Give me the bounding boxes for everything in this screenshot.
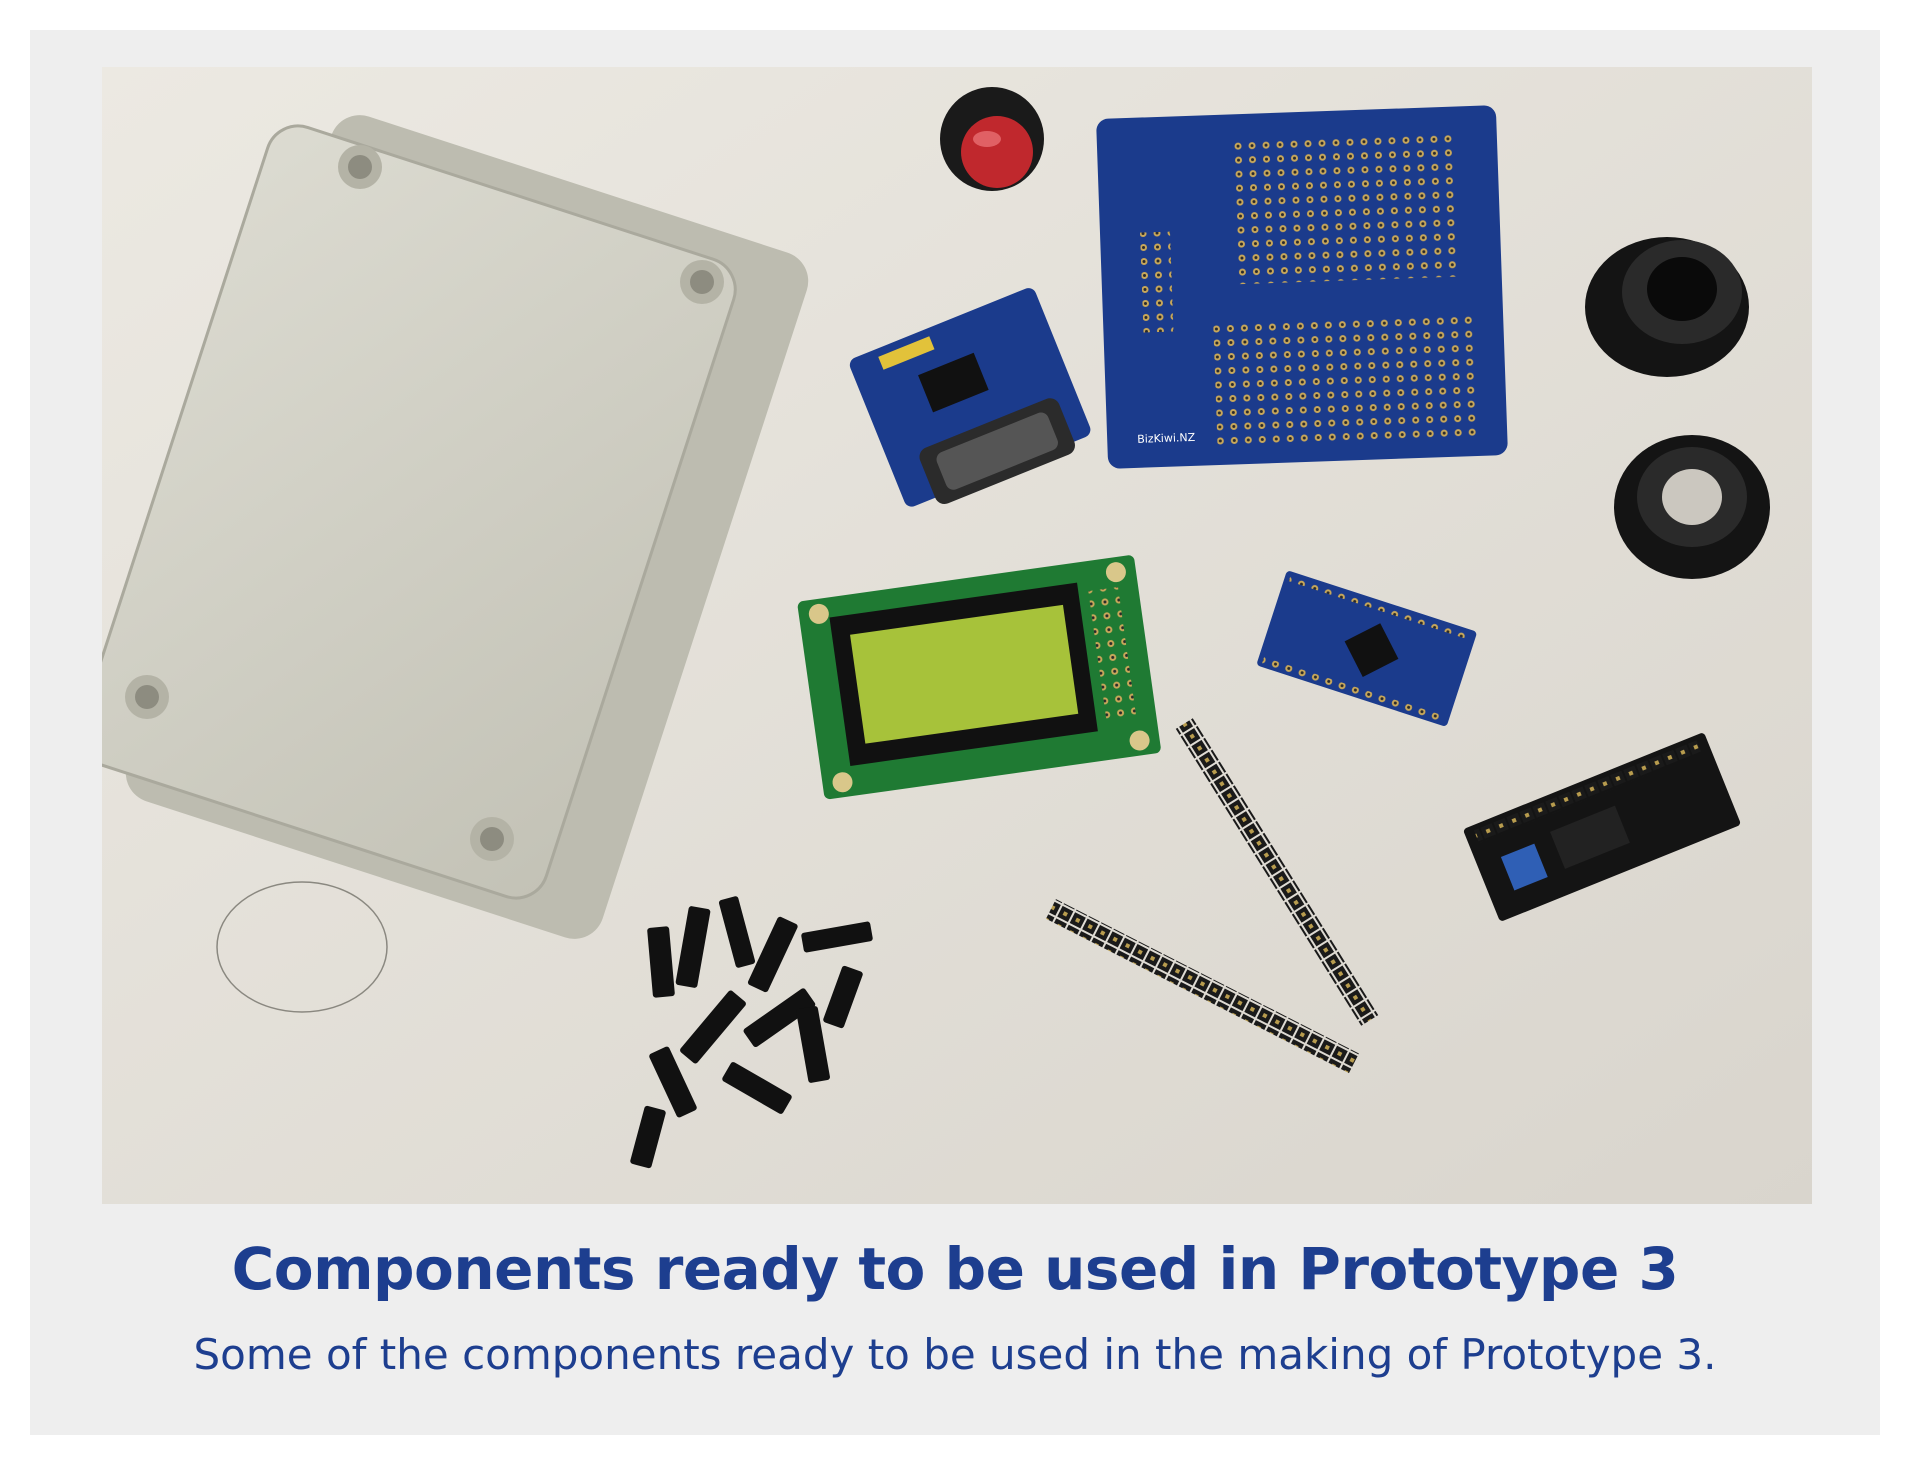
board-label: BizKiwi.NZ (1137, 431, 1196, 446)
push-button (940, 87, 1044, 191)
protoboard-shield: BizKiwi.NZ (1096, 105, 1508, 469)
figure-caption: Some of the components ready to be used … (193, 1330, 1717, 1379)
components-photo: BizKiwi.NZ (102, 67, 1812, 1204)
cable-gland-2 (1614, 435, 1770, 579)
components-illustration: BizKiwi.NZ (102, 67, 1812, 1204)
cable-gland-1 (1585, 237, 1749, 377)
figure-title: Components ready to be used in Prototype… (231, 1235, 1679, 1303)
figure-frame: BizKiwi.NZ Components ready to be used i… (30, 30, 1880, 1435)
